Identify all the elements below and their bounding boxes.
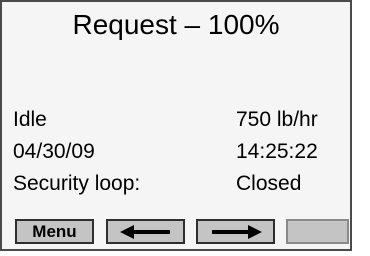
controller-display: Request – 100% Idle 750 lb/hr 04/30/09 1… bbox=[0, 0, 352, 251]
security-loop-status: Closed bbox=[236, 172, 302, 195]
date-readout: 04/30/09 bbox=[13, 140, 95, 163]
rate-readout: 750 lb/hr bbox=[236, 108, 318, 131]
arrow-left-icon bbox=[119, 224, 170, 239]
display-title: Request – 100% bbox=[72, 9, 280, 40]
menu-button-label: Menu bbox=[32, 221, 77, 241]
state-text: Idle bbox=[13, 108, 47, 131]
arrow-right-button[interactable] bbox=[196, 219, 275, 244]
security-loop-label: Security loop: bbox=[13, 172, 141, 195]
blank-softkey[interactable] bbox=[286, 219, 349, 244]
time-readout: 14:25:22 bbox=[236, 140, 318, 163]
arrow-left-button[interactable] bbox=[106, 219, 185, 244]
arrow-right-icon bbox=[211, 224, 262, 239]
menu-button[interactable]: Menu bbox=[15, 219, 94, 244]
